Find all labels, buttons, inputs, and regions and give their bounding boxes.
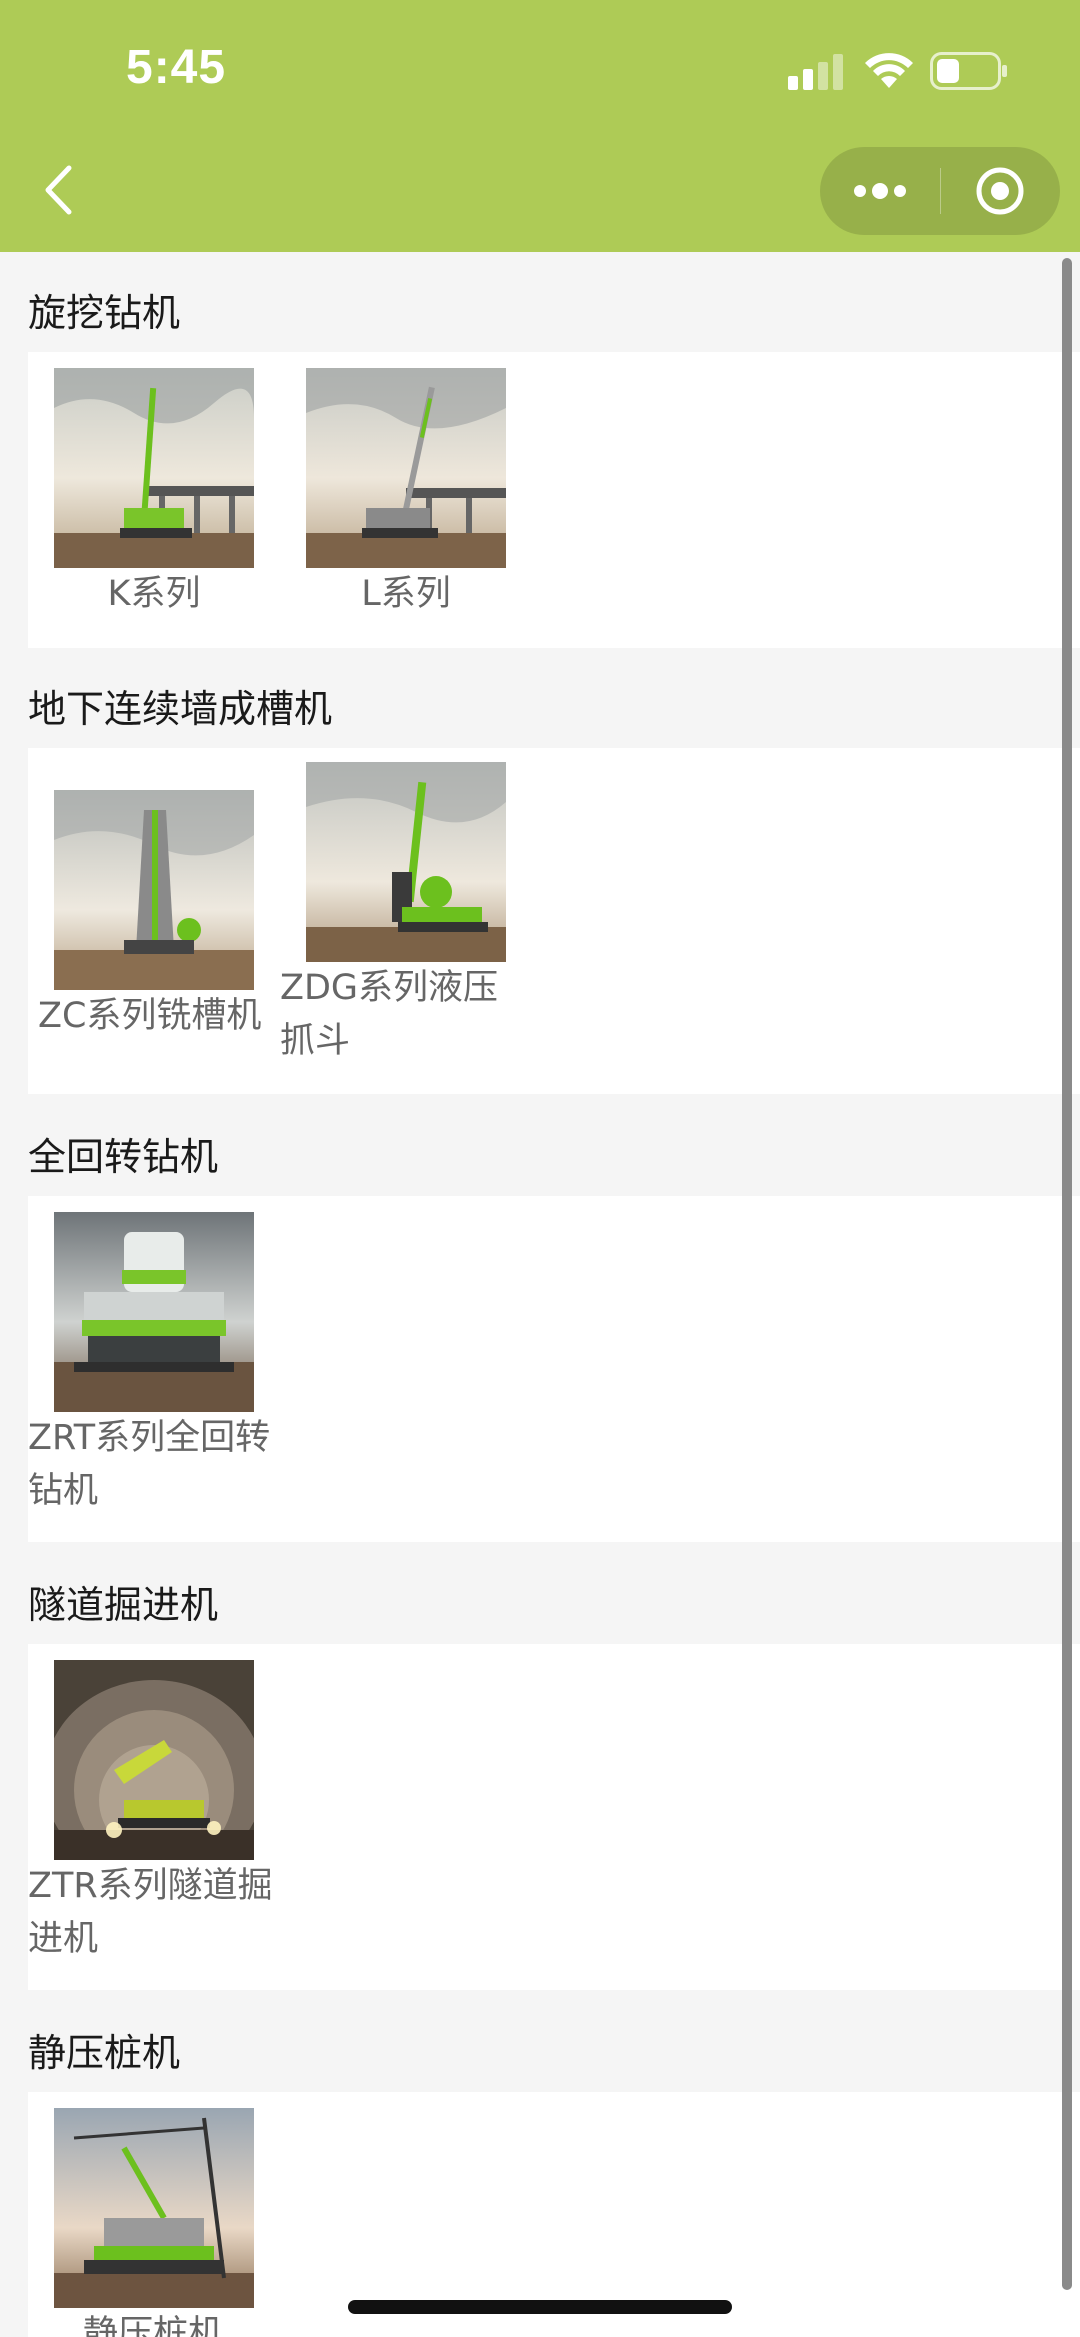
product-image [306,368,506,568]
product-item[interactable]: ZC系列铣槽机 [28,790,278,1060]
more-button[interactable] [820,147,940,235]
product-image [54,1660,254,1860]
product-label: ZC系列铣槽机 [38,996,262,1036]
scrollbar[interactable] [1062,258,1072,2290]
product-item[interactable]: ZRT系列全回转钻机 [28,1212,278,1532]
target-close-icon [976,167,1024,215]
close-button[interactable] [941,147,1061,235]
product-image [54,2108,254,2308]
cellular-signal-icon [788,54,843,90]
mini-program-capsule [820,147,1060,235]
product-image [54,1212,254,1412]
product-item[interactable]: 静压桩机 [28,2108,278,2337]
product-item[interactable]: ZDG系列液压抓斗 [280,762,520,1082]
section-title: 旋挖钻机 [28,291,181,335]
product-item[interactable]: ZTR系列隧道掘进机 [28,1660,278,1980]
product-label: ZTR系列隧道掘进机 [28,1866,273,1959]
chevron-left-icon [45,165,72,215]
product-card: ZRT系列全回转钻机 [28,1196,1080,1542]
product-item[interactable]: K系列 [54,368,254,628]
product-card: ZC系列铣槽机 ZDG系列液压抓斗 [28,748,1080,1094]
product-label: K系列 [107,574,201,614]
product-image [306,762,506,962]
section-title: 隧道掘进机 [28,1583,219,1627]
top-bar: 5:45 [0,0,1080,252]
product-label: ZDG系列液压抓斗 [280,968,499,1061]
back-button[interactable] [30,160,86,220]
product-card: ZTR系列隧道掘进机 [28,1644,1080,1990]
section-title: 全回转钻机 [28,1135,219,1179]
product-label: 静压桩机 [82,2314,223,2337]
section-title: 静压桩机 [28,2031,181,2075]
more-dots-icon [853,183,906,199]
product-label: L系列 [361,574,451,614]
status-time: 5:45 [126,41,227,94]
product-image [54,368,254,568]
product-image [54,790,254,990]
wifi-icon [865,53,913,88]
battery-icon [930,52,1007,90]
home-indicator[interactable] [348,2300,732,2314]
product-item[interactable]: L系列 [306,368,506,628]
product-card: K系列 L系列 [28,352,1080,648]
product-label: ZRT系列全回转钻机 [28,1418,271,1511]
section-title: 地下连续墙成槽机 [28,687,333,731]
